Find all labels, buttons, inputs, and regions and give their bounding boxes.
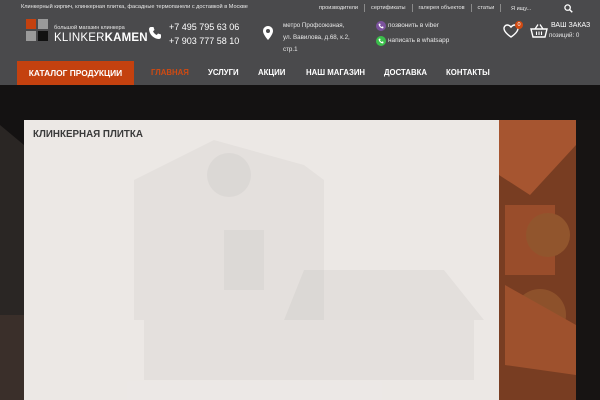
logo-mark-icon bbox=[26, 19, 48, 41]
favorites-count-badge: 0 bbox=[515, 21, 523, 29]
nav-item-delivery[interactable]: ДОСТАВКА bbox=[384, 68, 427, 77]
site-tagline: Клинкерный кирпич, клинкерная плитка, фа… bbox=[21, 4, 248, 10]
phone-number-primary[interactable]: +7 495 795 63 06 bbox=[169, 22, 239, 32]
logo-subtitle: большой магазин клинкера bbox=[54, 25, 125, 31]
nav-item-our-shop[interactable]: НАШ МАГАЗИН bbox=[306, 68, 365, 77]
top-bar: Клинкерный кирпич, клинкерная плитка, фа… bbox=[0, 0, 600, 16]
order-label[interactable]: ВАШ ЗАКАЗ bbox=[551, 22, 590, 29]
top-link-articles[interactable]: статьи bbox=[478, 5, 495, 11]
site-logo[interactable]: большой магазин клинкера KLINKERKAMEN bbox=[26, 19, 148, 47]
whatsapp-icon bbox=[376, 36, 386, 46]
hero-panel: КЛИНКЕРНАЯ ПЛИТКА bbox=[24, 120, 499, 400]
catalog-button[interactable]: КАТАЛОГ ПРОДУКЦИИ bbox=[17, 61, 134, 85]
order-items-count: позиций: 0 bbox=[549, 32, 580, 39]
phone-icon bbox=[149, 27, 161, 39]
address-line-2: ул. Вавилова, д.68, к.2, bbox=[283, 34, 350, 41]
address-line-3: стр.1 bbox=[283, 46, 298, 53]
site-header: Клинкерный кирпич, клинкерная плитка, фа… bbox=[0, 0, 600, 85]
top-link-gallery[interactable]: галерея объектов bbox=[419, 5, 465, 11]
phone-number-secondary[interactable]: +7 903 777 58 10 bbox=[169, 36, 239, 46]
top-link-certificates[interactable]: сертификаты bbox=[371, 5, 405, 11]
divider bbox=[364, 4, 366, 12]
whatsapp-link[interactable]: написать в whatsapp bbox=[388, 37, 449, 44]
house-watermark bbox=[24, 120, 499, 400]
hero-title: КЛИНКЕРНАЯ ПЛИТКА bbox=[33, 129, 143, 140]
logo-name-bold: KAMEN bbox=[104, 32, 148, 44]
top-link-manufacturers[interactable]: производители bbox=[319, 5, 358, 11]
nav-item-contacts[interactable]: КОНТАКТЫ bbox=[446, 68, 490, 77]
logo-name: KLINKERKAMEN bbox=[54, 32, 148, 44]
nav-item-services[interactable]: УСЛУГИ bbox=[208, 68, 239, 77]
hero-banner: КЛИНКЕРНАЯ ПЛИТКА bbox=[0, 85, 600, 400]
divider bbox=[411, 4, 413, 12]
nav-item-home[interactable]: ГЛАВНАЯ bbox=[151, 68, 189, 77]
image-overlay-tint bbox=[499, 120, 576, 400]
nav-item-promotions[interactable]: АКЦИИ bbox=[258, 68, 285, 77]
basket-icon[interactable] bbox=[530, 23, 548, 39]
divider bbox=[500, 4, 502, 12]
map-pin-icon bbox=[263, 26, 273, 40]
viber-link[interactable]: позвонить в viber bbox=[388, 22, 439, 29]
search-input[interactable] bbox=[511, 3, 561, 14]
search-icon[interactable] bbox=[564, 4, 573, 13]
address-line-1: метро Профсоюзная, bbox=[283, 22, 345, 29]
divider bbox=[470, 4, 472, 12]
viber-icon bbox=[376, 21, 386, 31]
logo-name-light: KLINKER bbox=[54, 32, 105, 44]
top-links: производители сертификаты галерея объект… bbox=[319, 4, 507, 12]
search-box bbox=[511, 3, 589, 14]
